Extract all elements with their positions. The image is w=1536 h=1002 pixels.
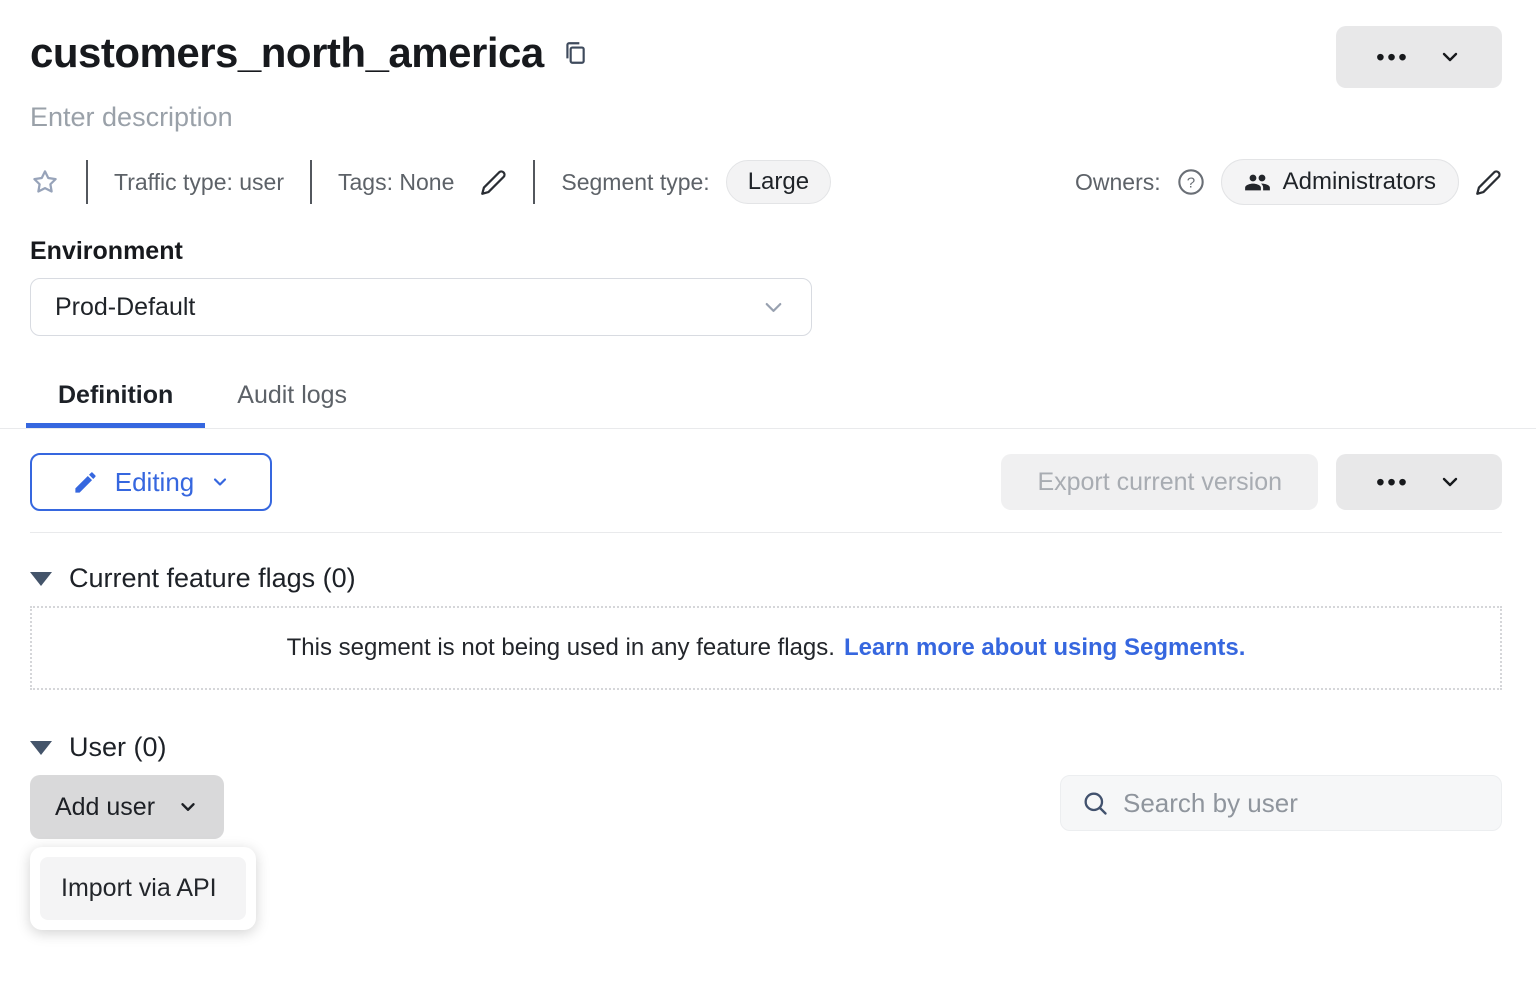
page-title: customers_north_america <box>30 26 544 81</box>
empty-state-text: This segment is not being used in any fe… <box>287 634 835 662</box>
add-user-dropdown-menu: Import via API <box>30 847 256 930</box>
environment-label: Environment <box>30 237 1502 266</box>
feature-flags-section-title: Current feature flags (0) <box>69 563 356 594</box>
chevron-down-icon <box>177 796 199 818</box>
copy-icon[interactable] <box>562 40 588 66</box>
owners-label: Owners: <box>1075 169 1161 196</box>
chevron-down-icon <box>1438 470 1462 494</box>
search-by-user-input[interactable] <box>1123 788 1481 819</box>
user-section-title: User (0) <box>69 732 167 763</box>
meta-left: Traffic type: user Tags: None Segment ty… <box>30 160 831 204</box>
editing-label: Editing <box>115 467 195 498</box>
header-more-button[interactable]: ••• <box>1336 26 1502 88</box>
edit-owners-pencil-icon[interactable] <box>1475 169 1502 196</box>
header: customers_north_america ••• <box>30 26 1502 88</box>
chevron-down-icon <box>210 472 230 492</box>
tab-audit-logs-label: Audit logs <box>237 381 347 410</box>
owners-value: Administrators <box>1283 168 1436 196</box>
vertical-divider <box>533 160 535 204</box>
tab-audit-logs[interactable]: Audit logs <box>205 368 379 428</box>
tab-definition[interactable]: Definition <box>26 368 205 428</box>
vertical-divider <box>86 160 88 204</box>
title-wrap: customers_north_america <box>30 26 588 81</box>
ellipsis-icon: ••• <box>1376 46 1409 69</box>
chevron-down-icon <box>1438 45 1462 69</box>
ellipsis-icon: ••• <box>1376 471 1409 494</box>
star-icon[interactable] <box>30 167 60 197</box>
add-user-button[interactable]: Add user <box>30 775 224 839</box>
add-user-label: Add user <box>55 793 155 822</box>
segment-type-group: Segment type: Large <box>561 160 831 204</box>
collapse-triangle-icon <box>30 741 52 755</box>
segment-type-label: Segment type: <box>561 169 709 196</box>
chevron-down-icon <box>760 294 787 321</box>
export-current-version-button[interactable]: Export current version <box>1001 454 1318 510</box>
definition-toolbar: Editing Export current version ••• <box>30 453 1502 511</box>
meta-row: Traffic type: user Tags: None Segment ty… <box>30 159 1502 205</box>
search-icon <box>1081 789 1109 817</box>
traffic-type-label: Traffic type: user <box>114 169 284 196</box>
pencil-icon <box>72 469 99 496</box>
learn-more-link[interactable]: Learn more about using Segments. <box>844 634 1245 662</box>
segment-type-badge: Large <box>726 160 831 204</box>
vertical-divider <box>310 160 312 204</box>
collapse-triangle-icon <box>30 572 52 586</box>
svg-text:?: ? <box>1186 174 1194 191</box>
editing-status-button[interactable]: Editing <box>30 453 272 511</box>
search-by-user-box <box>1060 775 1502 831</box>
tab-definition-label: Definition <box>58 381 173 410</box>
help-icon[interactable]: ? <box>1177 168 1205 196</box>
add-user-wrap: Add user Import via API <box>30 775 224 839</box>
horizontal-divider <box>30 532 1502 533</box>
tab-bar: Definition Audit logs <box>0 368 1536 429</box>
edit-tags-pencil-icon[interactable] <box>480 169 507 196</box>
user-toolbar: Add user Import via API <box>30 775 1502 839</box>
people-icon <box>1244 169 1271 196</box>
toolbar-right: Export current version ••• <box>1001 454 1502 510</box>
definition-more-button[interactable]: ••• <box>1336 454 1502 510</box>
feature-flags-section-toggle[interactable]: Current feature flags (0) <box>30 563 1502 594</box>
owners-chip[interactable]: Administrators <box>1221 159 1459 205</box>
environment-selected-value: Prod-Default <box>55 293 195 322</box>
feature-flags-empty-state: This segment is not being used in any fe… <box>30 606 1502 690</box>
segment-detail-page: customers_north_america ••• Enter descri… <box>0 0 1536 839</box>
user-section-toggle[interactable]: User (0) <box>30 732 1502 763</box>
tags-label: Tags: None <box>338 169 454 196</box>
description-placeholder[interactable]: Enter description <box>30 102 1502 133</box>
owners-group: Owners: ? Administrators <box>1075 159 1502 205</box>
menu-item-import-via-api[interactable]: Import via API <box>40 857 246 920</box>
environment-select[interactable]: Prod-Default <box>30 278 812 336</box>
